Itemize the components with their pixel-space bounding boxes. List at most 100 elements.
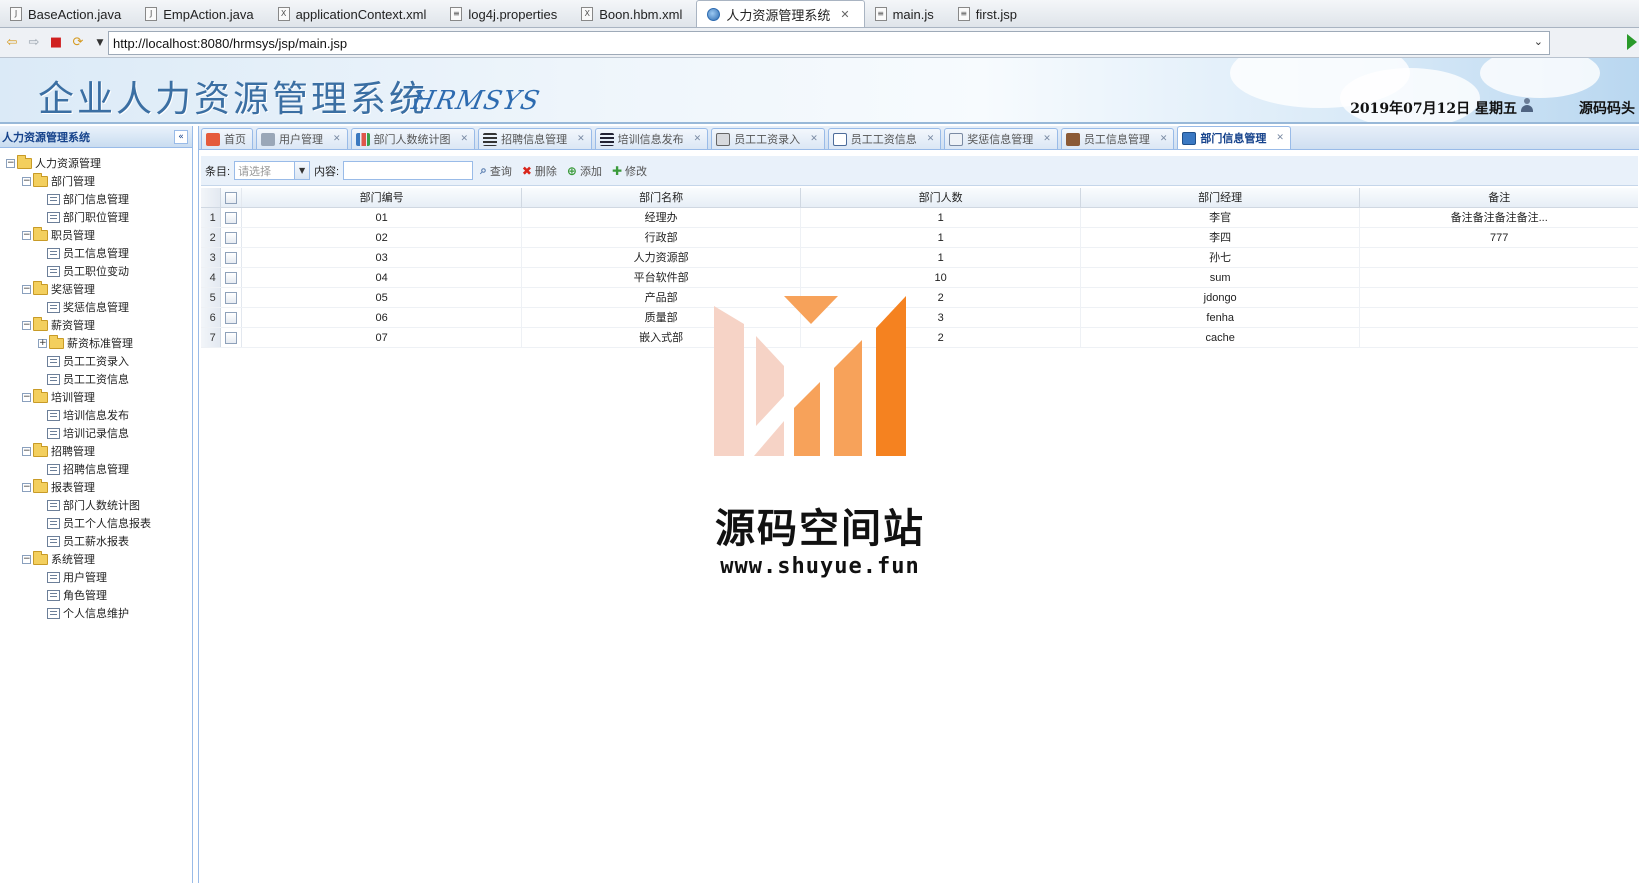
collapse-tree-icon[interactable]: − [22,446,31,456]
table-row[interactable]: 3 03 人力资源部 1 孙七 [201,248,1638,268]
tree-item[interactable]: 部门信息管理 [0,190,192,208]
column-header[interactable]: 备注 [1360,188,1638,207]
close-icon[interactable]: ✕ [333,134,341,144]
folder-icon [33,550,48,565]
column-header[interactable]: 部门名称 [522,188,802,207]
stop-icon[interactable]: ■ [46,33,66,53]
tree-item[interactable]: 角色管理 [0,586,192,604]
tree-item[interactable]: 培训信息发布 [0,406,192,424]
tree-item[interactable]: 部门职位管理 [0,208,192,226]
refresh-icon[interactable]: ⟳ [68,33,88,53]
close-icon[interactable]: ✕ [1160,134,1168,144]
row-checkbox[interactable] [225,231,238,244]
expand-icon[interactable]: + [38,338,47,348]
editor-tab[interactable]: X Boon.hbm.xml [571,1,696,27]
dropdown-arrow-icon[interactable]: ▼ [90,33,110,53]
close-icon[interactable]: ✕ [694,134,702,144]
tree-folder[interactable]: − 培训管理 [0,388,192,406]
select-all-checkbox[interactable] [225,191,238,204]
table-row[interactable]: 4 04 平台软件部 10 sum [201,268,1638,288]
collapse-tree-icon[interactable]: − [6,158,15,168]
tree-folder[interactable]: + 薪资标准管理 [0,334,192,352]
tree-folder[interactable]: − 招聘管理 [0,442,192,460]
close-icon[interactable]: ✕ [927,134,935,144]
tree-item[interactable]: 部门人数统计图 [0,496,192,514]
table-row[interactable]: 2 02 行政部 1 李四 777 [201,228,1638,248]
tree-item[interactable]: 奖惩信息管理 [0,298,192,316]
table-row[interactable]: 1 01 经理办 1 李官 备注备注备注备注... [201,208,1638,228]
tree-item[interactable]: 培训记录信息 [0,424,192,442]
editor-tab[interactable]: J EmpAction.java [135,1,267,27]
page-tab[interactable]: 员工信息管理 ✕ [1060,128,1175,149]
page-tab[interactable]: 招聘信息管理 ✕ [478,128,592,149]
search-button[interactable]: ⌕ 查询 [477,163,515,179]
edit-button[interactable]: ✚ 修改 [609,163,650,179]
collapse-tree-icon[interactable]: − [22,554,31,564]
page-tab[interactable]: 部门人数统计图 ✕ [350,128,476,149]
tree-folder[interactable]: − 报表管理 [0,478,192,496]
close-icon[interactable]: ✕ [461,134,469,144]
tree-item[interactable]: 员工职位变动 [0,262,192,280]
row-checkbox[interactable] [225,251,238,264]
tree-item[interactable]: 员工信息管理 [0,244,192,262]
chevron-down-icon[interactable]: ▼ [294,162,310,179]
tree-item[interactable]: 用户管理 [0,568,192,586]
close-tab-icon[interactable]: ✕ [840,8,849,21]
editor-tab-active[interactable]: 人力资源管理系统 ✕ [696,0,865,27]
tree-item[interactable]: 员工薪水报表 [0,532,192,550]
editor-tab[interactable]: ≡ first.jsp [948,1,1031,27]
column-header[interactable]: 部门编号 [242,188,522,207]
tree-folder[interactable]: − 部门管理 [0,172,192,190]
table-icon [832,132,847,146]
back-arrow-icon[interactable]: ⇦ [2,33,22,53]
column-header[interactable]: 部门经理 [1081,188,1361,207]
close-icon[interactable]: ✕ [577,134,585,144]
editor-tab[interactable]: XapplicationContext.xml [268,1,441,27]
add-button[interactable]: ⊕ 添加 [564,163,605,179]
tree-item[interactable]: 个人信息维护 [0,604,192,622]
close-icon[interactable]: ✕ [810,134,818,144]
go-icon[interactable] [1627,34,1637,50]
tree-item[interactable]: 员工个人信息报表 [0,514,192,532]
row-checkbox[interactable] [225,331,238,344]
tree-folder[interactable]: − 职员管理 [0,226,192,244]
tree-folder[interactable]: − 薪资管理 [0,316,192,334]
tree-folder[interactable]: − 人力资源管理 [0,154,192,172]
editor-tab[interactable]: J BaseAction.java [0,1,135,27]
collapse-tree-icon[interactable]: − [22,176,31,186]
tree-folder[interactable]: − 系统管理 [0,550,192,568]
editor-tab[interactable]: ≡ log4j.properties [440,1,571,27]
row-checkbox[interactable] [225,311,238,324]
collapse-tree-icon[interactable]: − [22,284,31,294]
collapse-tree-icon[interactable]: − [22,392,31,402]
row-checkbox[interactable] [225,271,238,284]
tree-item[interactable]: 员工工资信息 [0,370,192,388]
page-tab-active[interactable]: 部门信息管理 ✕ [1177,126,1291,149]
collapse-icon[interactable]: « [174,129,188,144]
url-field[interactable]: http://localhost:8080/hrmsys/jsp/main.js… [108,31,1550,55]
page-tab[interactable]: 首页 [201,128,253,149]
chevron-down-icon[interactable]: ⌄ [1534,35,1543,48]
page-tab[interactable]: 培训信息发布 ✕ [594,128,709,149]
editor-tab[interactable]: ≡ main.js [865,1,948,27]
page-tab[interactable]: 员工工资信息 ✕ [827,128,942,149]
field-select[interactable]: 请选择 ▼ [234,161,311,180]
row-checkbox[interactable] [225,291,238,304]
content-input[interactable] [343,161,474,180]
collapse-tree-icon[interactable]: − [22,320,31,330]
row-checkbox[interactable] [225,211,238,224]
tree-item[interactable]: 员工工资录入 [0,352,192,370]
tree-item[interactable]: 招聘信息管理 [0,460,192,478]
forward-arrow-icon[interactable]: ⇨ [24,33,44,53]
page-tab[interactable]: 用户管理 ✕ [256,128,348,149]
page-tab[interactable]: 员工工资录入 ✕ [711,128,825,149]
collapse-tree-icon[interactable]: − [22,230,31,240]
row-checkbox-cell [221,228,243,247]
delete-button[interactable]: ✖ 删除 [519,163,560,179]
page-tab[interactable]: 奖惩信息管理 ✕ [944,128,1058,149]
tree-folder[interactable]: − 奖惩管理 [0,280,192,298]
column-header[interactable]: 部门人数 [801,188,1081,207]
close-icon[interactable]: ✕ [1276,133,1284,143]
collapse-tree-icon[interactable]: − [22,482,31,492]
close-icon[interactable]: ✕ [1043,134,1051,144]
